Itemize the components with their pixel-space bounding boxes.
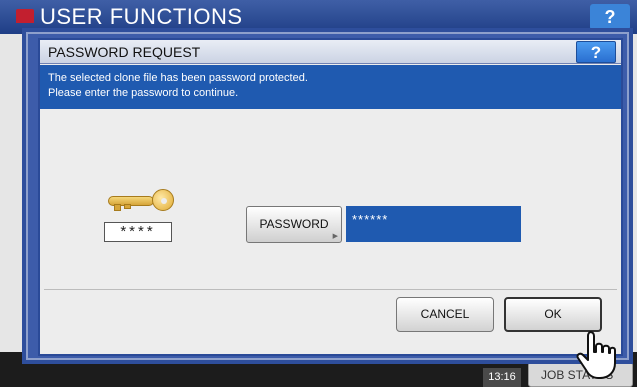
dialog-title: PASSWORD REQUEST [48, 44, 201, 60]
dialog-message: The selected clone file has been passwor… [40, 65, 621, 109]
home-icon[interactable] [16, 9, 34, 23]
password-mask-icon: **** [104, 222, 172, 242]
clock-display: 13:16 [483, 368, 521, 387]
cancel-button[interactable]: CANCEL [396, 297, 494, 332]
dialog-titlebar: PASSWORD REQUEST ? [40, 40, 621, 64]
password-request-dialog: PASSWORD REQUEST ? The selected clone fi… [22, 28, 633, 364]
password-button-label: PASSWORD [259, 217, 329, 231]
background-help-button[interactable]: ? [590, 4, 630, 30]
key-icon [108, 189, 174, 213]
password-button[interactable]: PASSWORD ▶ [246, 206, 342, 243]
dialog-divider [44, 289, 617, 290]
screen: USER FUNCTIONS ? 13:16 JOB STATUS PASSWO… [0, 0, 637, 387]
background-title: USER FUNCTIONS [40, 4, 243, 29]
help-button[interactable]: ? [576, 41, 616, 63]
hand-cursor-icon [576, 331, 616, 379]
ok-button[interactable]: OK [504, 297, 602, 332]
message-line-2: Please enter the password to continue. [48, 87, 239, 99]
message-line-1: The selected clone file has been passwor… [48, 72, 308, 84]
dialog-content: **** PASSWORD ▶ ****** [40, 109, 621, 289]
password-field[interactable]: ****** [346, 206, 521, 242]
submenu-arrow-icon: ▶ [332, 233, 338, 240]
dialog-panel: PASSWORD REQUEST ? The selected clone fi… [38, 38, 623, 356]
